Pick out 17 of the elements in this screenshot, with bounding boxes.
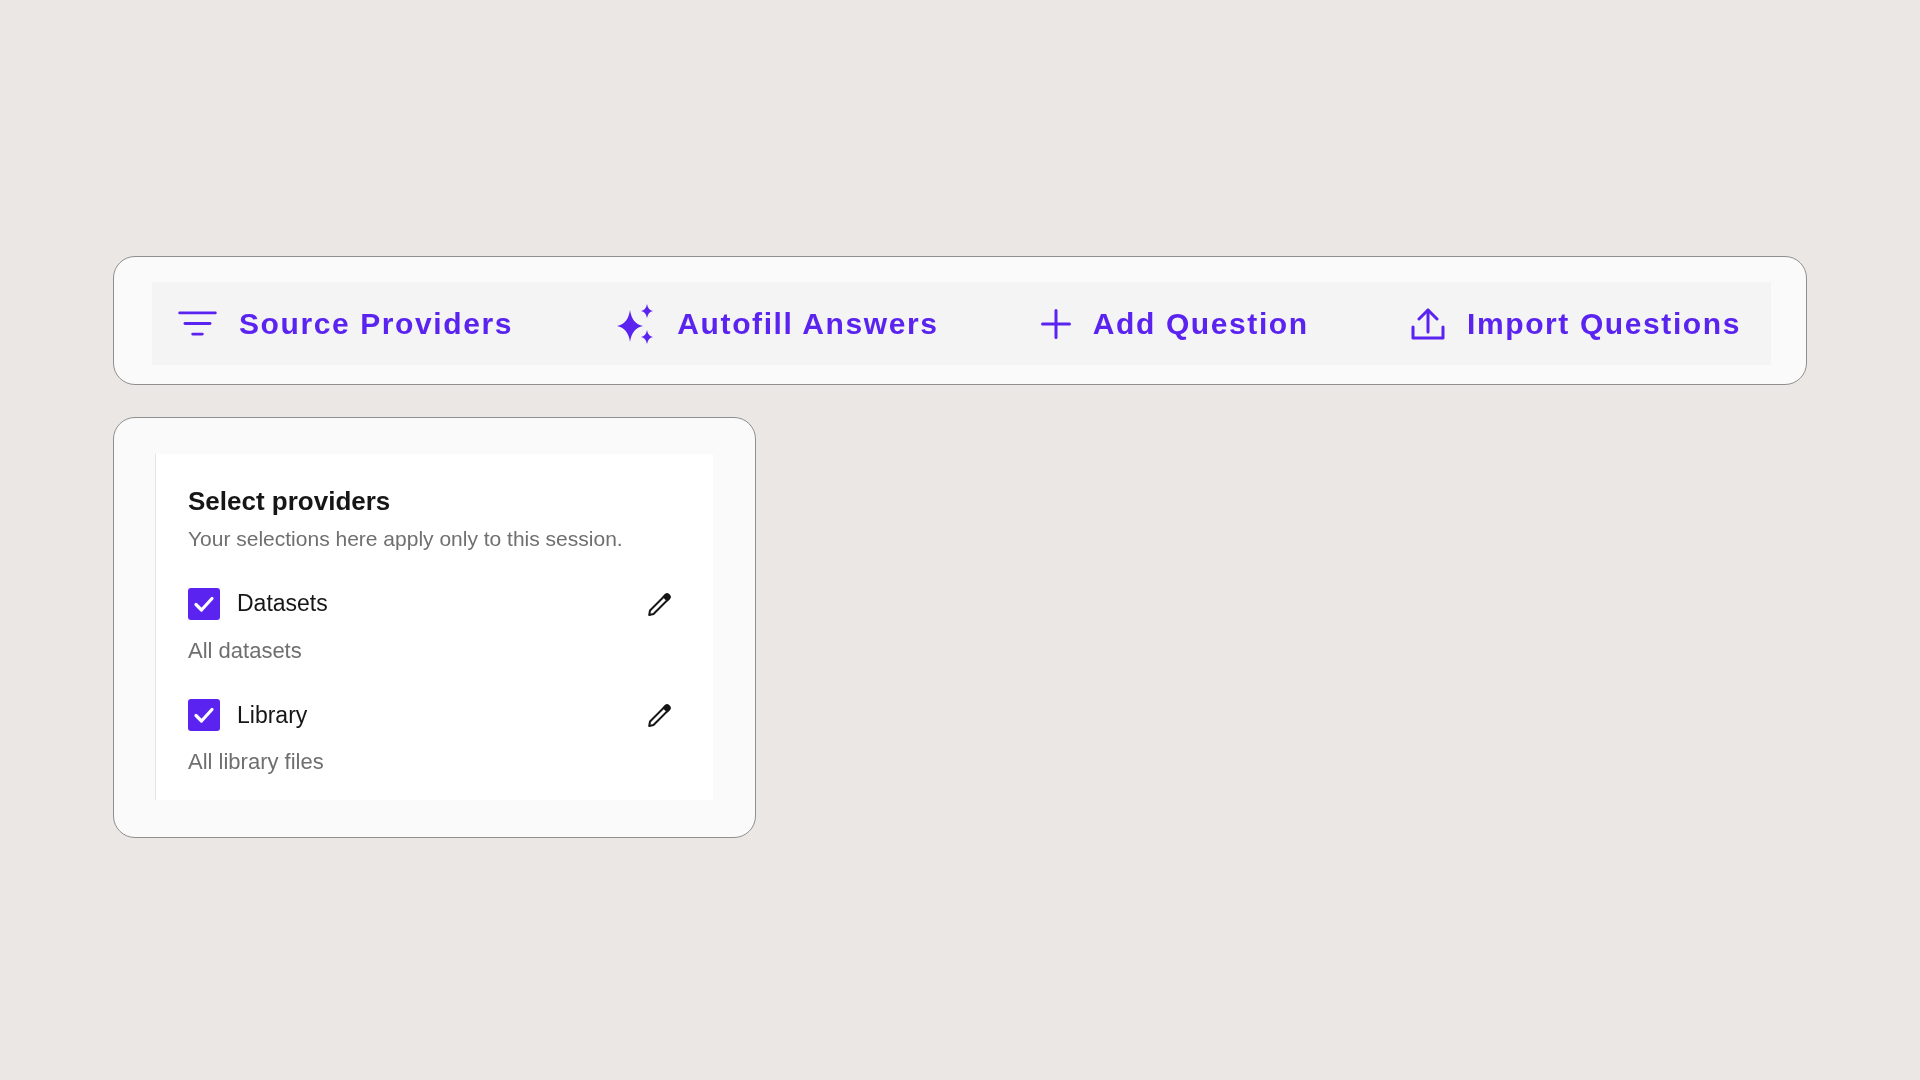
toolbar-button[interactable]: Source Providers xyxy=(178,306,514,341)
upload-icon xyxy=(1411,307,1446,340)
provider-label: Library xyxy=(237,701,309,729)
pencil-icon[interactable] xyxy=(647,702,673,729)
provider-detail: All datasets xyxy=(188,636,303,665)
checkbox[interactable] xyxy=(188,587,220,620)
toolbar-button[interactable]: Import Questions xyxy=(1411,306,1741,341)
provider-detail: All library files xyxy=(188,748,325,777)
filter-icon xyxy=(178,311,217,336)
panel-title: Select providers xyxy=(188,486,392,518)
toolbar-button[interactable]: Add Question xyxy=(1040,306,1309,341)
toolbar-button[interactable]: Autofill Answers xyxy=(615,303,939,344)
checkbox[interactable] xyxy=(188,699,220,732)
plus-icon xyxy=(1040,308,1071,339)
provider-label: Datasets xyxy=(237,590,329,618)
pencil-icon[interactable] xyxy=(647,590,673,617)
panel-subtitle: Your selections here apply only to this session. xyxy=(188,526,624,553)
